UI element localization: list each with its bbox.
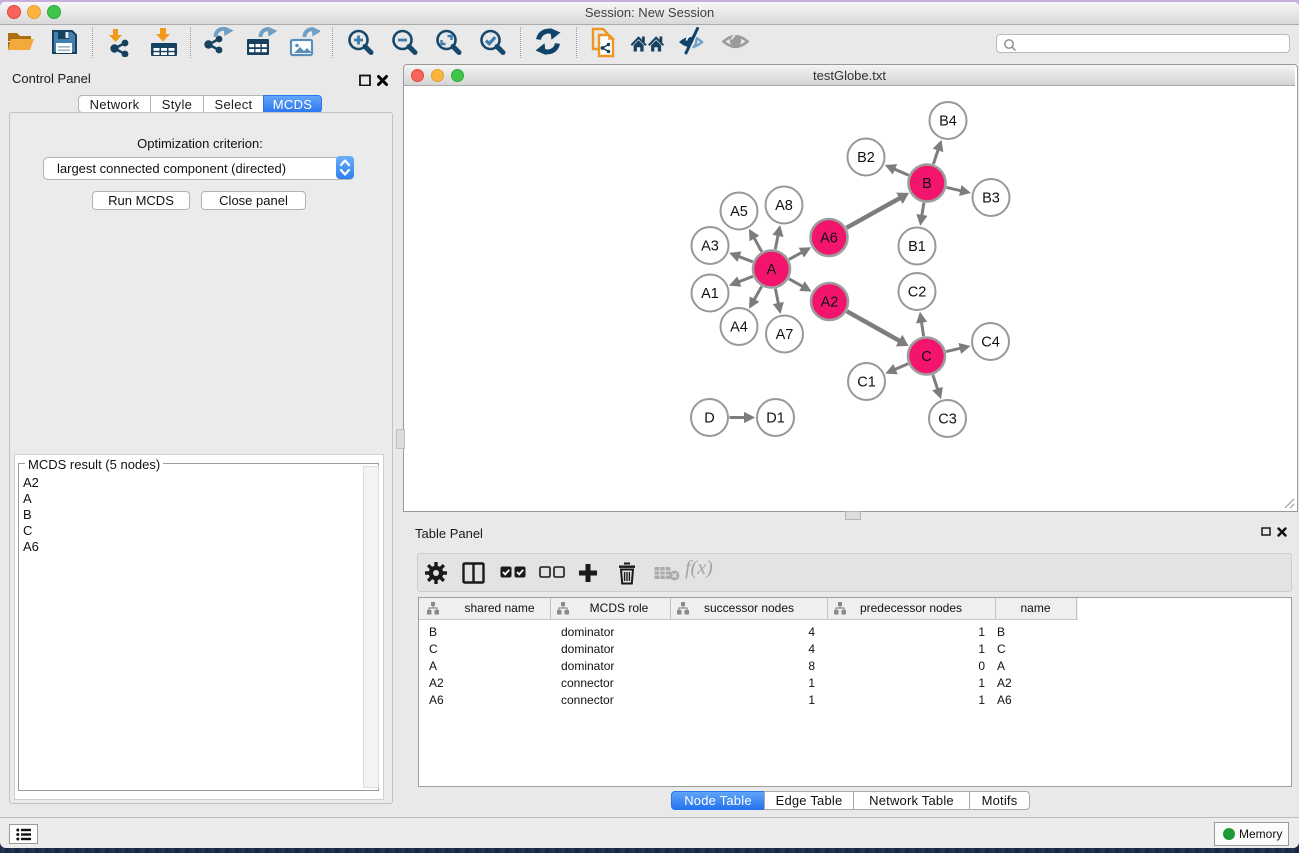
svg-text:B4: B4 <box>939 114 957 130</box>
svg-text:D1: D1 <box>766 411 785 427</box>
svg-text:C4: C4 <box>981 335 1000 351</box>
svg-text:C2: C2 <box>908 285 927 301</box>
svg-text:D: D <box>704 411 714 427</box>
svg-text:B2: B2 <box>857 150 875 166</box>
svg-text:A5: A5 <box>730 204 748 220</box>
svg-text:A4: A4 <box>730 320 748 336</box>
svg-text:A7: A7 <box>776 327 794 343</box>
svg-text:C1: C1 <box>857 375 876 391</box>
svg-text:B: B <box>922 176 932 192</box>
svg-text:A8: A8 <box>775 198 793 214</box>
svg-text:C: C <box>921 349 931 365</box>
svg-text:A6: A6 <box>820 231 838 247</box>
svg-text:C3: C3 <box>938 412 957 428</box>
svg-text:A: A <box>767 262 777 278</box>
svg-text:B3: B3 <box>982 191 1000 207</box>
svg-text:B1: B1 <box>908 239 926 255</box>
svg-text:A3: A3 <box>701 239 719 255</box>
svg-text:A2: A2 <box>821 295 839 311</box>
svg-text:A1: A1 <box>701 286 719 302</box>
